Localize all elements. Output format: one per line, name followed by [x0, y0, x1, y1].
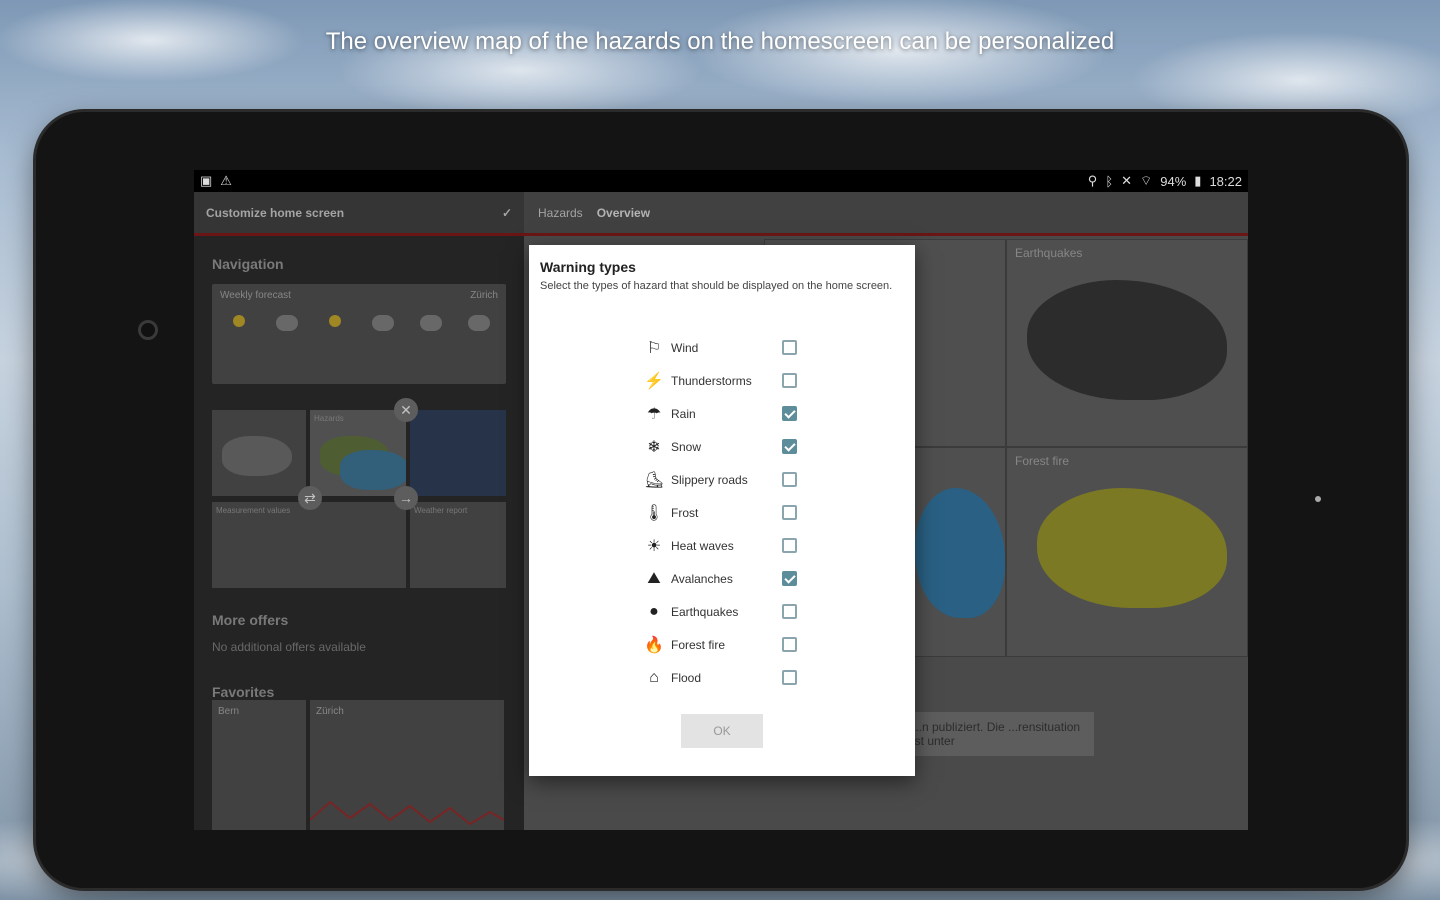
wind-icon: ⚐: [646, 339, 662, 357]
dialog-description: Select the types of hazard that should b…: [540, 280, 893, 292]
bluetooth-icon: ᛒ: [1105, 173, 1114, 189]
warning-option-checkbox[interactable]: [782, 340, 797, 355]
avalanche-icon: ⛰: [647, 569, 661, 587]
warning-option-label: Thunderstorms: [671, 373, 752, 388]
clock: 18:22: [1209, 173, 1242, 189]
warning-option-checkbox[interactable]: [782, 604, 797, 619]
thunderstorm-icon: ⚡: [644, 372, 664, 390]
snow-icon: ❄: [647, 438, 661, 456]
warning-option-row[interactable]: 🌡 Frost: [643, 496, 803, 529]
warning-option-row[interactable]: ☀ Heat waves: [643, 529, 803, 562]
warning-option-row[interactable]: ❄ Snow: [643, 430, 803, 463]
forest-fire-icon: 🔥: [644, 636, 664, 654]
warning-option-label: Slippery roads: [671, 472, 748, 487]
image-icon: ▣: [200, 173, 213, 188]
warning-option-label: Earthquakes: [671, 604, 739, 619]
warning-option-checkbox[interactable]: [782, 472, 797, 487]
warning-option-row[interactable]: ⌂ Flood: [643, 661, 803, 694]
warning-option-row[interactable]: ⚐ Wind: [643, 331, 803, 364]
warning-option-label: Avalanches: [671, 571, 733, 586]
location-icon: ⚲: [1087, 173, 1098, 188]
slippery-roads-icon: ⛸: [643, 471, 665, 489]
promo-headline: The overview map of the hazards on the h…: [325, 28, 1115, 55]
warning-option-row[interactable]: ⚡ Thunderstorms: [643, 364, 803, 397]
warning-option-checkbox[interactable]: [782, 637, 797, 652]
warning-option-label: Flood: [671, 670, 702, 685]
warning-option-row[interactable]: ☂ Rain: [643, 397, 803, 430]
earthquake-icon: ●: [649, 602, 659, 620]
warning-option-label: Wind: [671, 340, 699, 355]
warning-options: ⚐ Wind ⚡ Thunderstorms ☂ Rain ❄ Snow ⛸ Slippery r…: [643, 331, 803, 694]
warning-option-checkbox[interactable]: [782, 439, 797, 454]
warning-icon: ⚠: [220, 173, 232, 188]
heat-waves-icon: ☀: [646, 537, 662, 555]
warning-option-label: Frost: [671, 505, 699, 520]
ok-button[interactable]: OK: [681, 714, 763, 748]
status-bar: ▣ ⚠ ⚲ ᛒ ✕ ⌔ 94% ▮ 18:22: [194, 170, 1248, 192]
battery-level: 94%: [1160, 173, 1187, 189]
rain-icon: ☂: [646, 405, 662, 423]
camera-icon: [138, 320, 158, 340]
warning-option-checkbox[interactable]: [782, 406, 797, 421]
warning-option-label: Snow: [671, 439, 702, 454]
warning-types-dialog: Warning types Select the types of hazard…: [529, 245, 915, 776]
warning-option-label: Forest fire: [671, 637, 726, 652]
sensor-dot: [1315, 496, 1321, 502]
warning-option-row[interactable]: 🔥 Forest fire: [643, 628, 803, 661]
wifi-icon: ⌔: [1140, 173, 1153, 188]
dialog-title: Warning types: [540, 259, 636, 275]
warning-option-checkbox[interactable]: [782, 505, 797, 520]
warning-option-label: Heat waves: [671, 538, 734, 553]
flood-icon: ⌂: [649, 668, 659, 686]
warning-option-row[interactable]: ⛰ Avalanches: [643, 562, 803, 595]
battery-icon: ▮: [1194, 173, 1202, 188]
warning-option-checkbox[interactable]: [782, 538, 797, 553]
warning-option-checkbox[interactable]: [782, 373, 797, 388]
mute-icon: ✕: [1121, 173, 1133, 188]
warning-option-row[interactable]: ● Earthquakes: [643, 595, 803, 628]
warning-option-checkbox[interactable]: [782, 571, 797, 586]
warning-option-row[interactable]: ⛸ Slippery roads: [643, 463, 803, 496]
frost-icon: 🌡: [643, 504, 665, 522]
warning-option-checkbox[interactable]: [782, 670, 797, 685]
warning-option-label: Rain: [671, 406, 696, 421]
